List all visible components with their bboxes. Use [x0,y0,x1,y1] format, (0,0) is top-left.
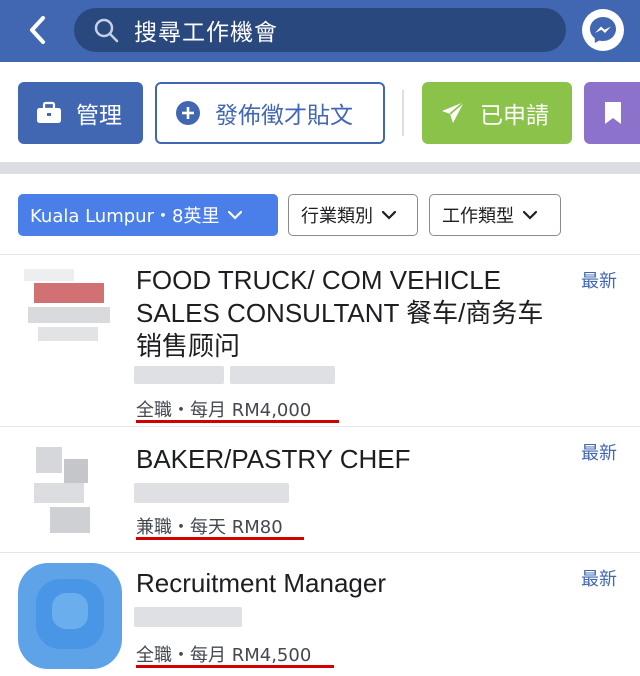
manage-label: 管理 [76,103,122,129]
post-job-label: 發佈徵才貼文 [215,103,353,129]
job-pay: 全職・每月 RM4,000 [136,400,312,421]
filter-bar: Kuala Lumpur・8英里 行業類別 工作類型 [0,174,640,254]
company-logo [18,563,122,669]
messenger-icon [590,17,616,43]
company-logo [24,269,114,351]
messenger-button[interactable] [582,9,624,51]
job-list-item[interactable]: BAKER/PASTRY CHEF 兼職・每天 RM80 最新 [0,427,640,551]
job-title[interactable]: FOOD TRUCK/ COM VEHICLE SALES CONSULTANT… [136,264,566,363]
action-row: 管理 發佈徵才貼文 已申請 [0,62,640,162]
job-title[interactable]: BAKER/PASTRY CHEF [136,443,566,476]
chevron-down-icon [381,210,397,220]
section-separator [0,162,640,174]
company-name-blurred [134,366,224,384]
briefcase-icon [36,101,62,125]
job-type-filter[interactable]: 工作類型 [429,194,561,236]
bookmark-icon [605,102,621,124]
red-underline [136,665,334,668]
new-badge: 最新 [581,443,617,464]
chevron-down-icon [522,210,538,220]
search-placeholder: 搜尋工作機會 [134,20,278,46]
company-name-blurred [134,483,289,503]
applied-button[interactable]: 已申請 [422,82,572,144]
industry-filter-label: 行業類別 [301,206,373,227]
company-logo [28,437,98,543]
chevron-down-icon [227,210,243,220]
job-list-item[interactable]: FOOD TRUCK/ COM VEHICLE SALES CONSULTANT… [0,255,640,425]
location-blurred [230,366,335,384]
paper-plane-icon [440,100,466,126]
job-pay: 全職・每月 RM4,500 [136,645,312,666]
divider [402,90,404,136]
search-input[interactable]: 搜尋工作機會 [74,8,566,52]
top-navigation-bar: 搜尋工作機會 [0,0,640,62]
back-button[interactable] [18,8,58,52]
job-list-item[interactable]: Recruitment Manager 全職・每月 RM4,500 最新 [0,553,640,676]
job-pay: 兼職・每天 RM80 [136,517,283,538]
plus-circle-icon [175,100,201,126]
chevron-left-icon [30,16,45,44]
applied-label: 已申請 [480,103,549,129]
location-filter-label: Kuala Lumpur・8英里 [30,206,220,227]
saved-button[interactable] [584,82,640,144]
new-badge: 最新 [581,271,617,292]
red-underline [136,420,339,423]
search-icon [92,16,120,44]
job-type-filter-label: 工作類型 [442,206,514,227]
new-badge: 最新 [581,569,617,590]
red-underline [136,537,304,540]
post-job-button[interactable]: 發佈徵才貼文 [155,82,385,144]
industry-filter[interactable]: 行業類別 [288,194,418,236]
manage-button[interactable]: 管理 [18,82,143,144]
job-title[interactable]: Recruitment Manager [136,567,566,600]
location-filter[interactable]: Kuala Lumpur・8英里 [18,194,278,236]
company-name-blurred [134,607,242,627]
